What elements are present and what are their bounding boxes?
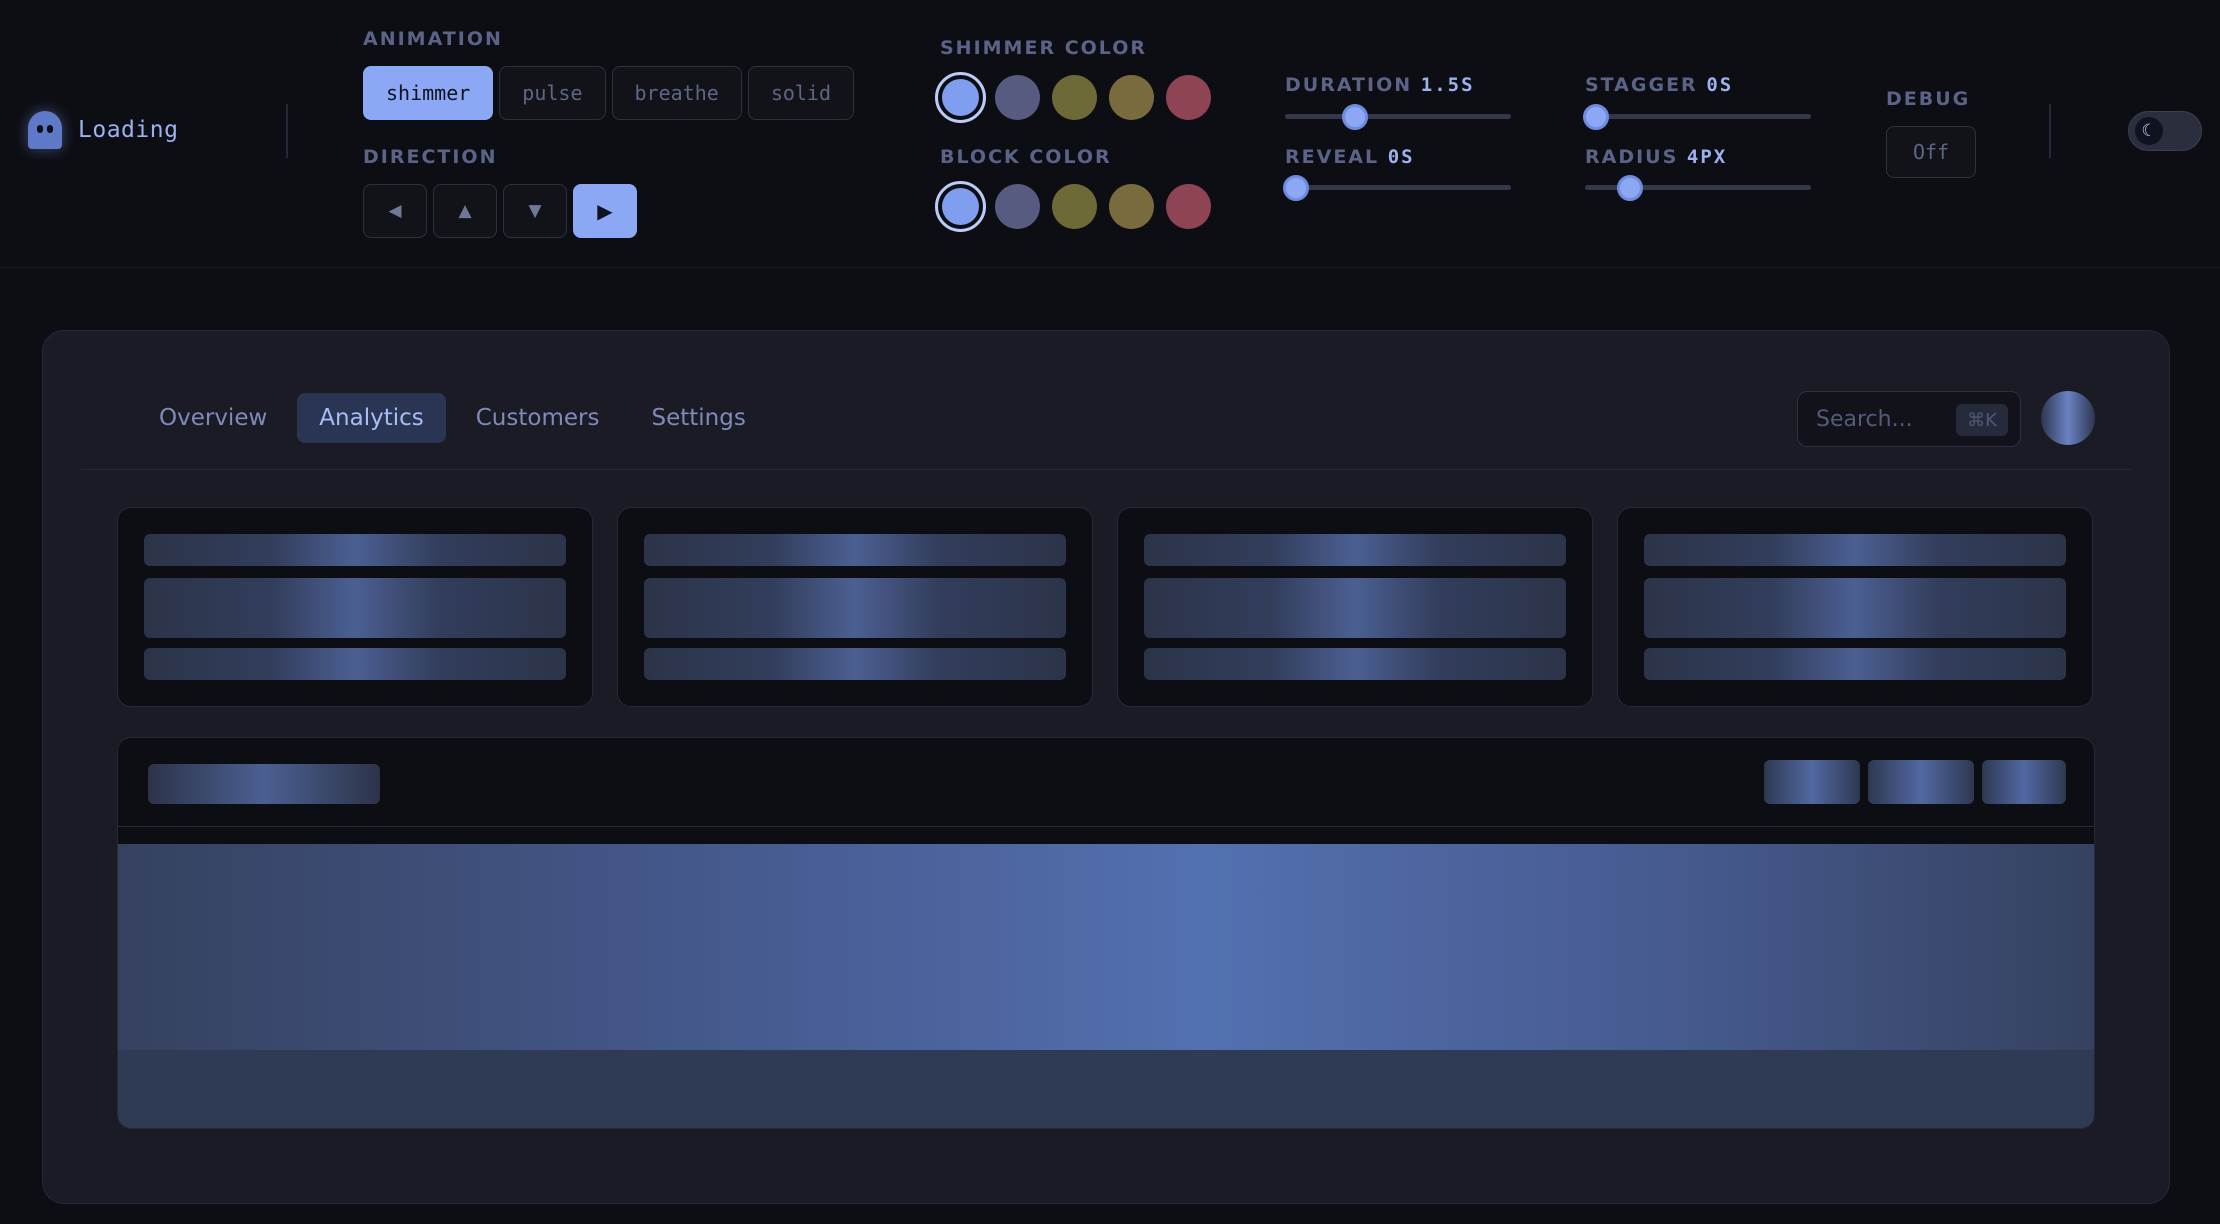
slider-handle[interactable] xyxy=(1583,104,1610,130)
duration-label: DURATION 1.5S xyxy=(1285,74,1475,96)
shimmer-color-swatch[interactable] xyxy=(935,72,986,123)
block-color-swatch[interactable] xyxy=(995,184,1040,229)
debug-label: DEBUG xyxy=(1886,88,1971,110)
skeleton-button xyxy=(1982,760,2066,804)
moon-icon: ☾ xyxy=(2135,117,2163,145)
tab-customers[interactable]: Customers xyxy=(454,393,622,443)
skeleton-line xyxy=(644,648,1066,680)
direction-up-button[interactable]: ▲ xyxy=(433,184,497,238)
reveal-slider[interactable] xyxy=(1283,175,1511,201)
animation-selector: shimmer pulse breathe solid xyxy=(363,66,855,120)
stagger-slider[interactable] xyxy=(1583,104,1811,130)
animation-label: ANIMATION xyxy=(363,28,503,50)
divider xyxy=(286,104,288,158)
chart-panel-skeleton xyxy=(117,737,2095,1129)
duration-label-text: DURATION xyxy=(1285,74,1413,96)
tab-analytics[interactable]: Analytics xyxy=(297,393,446,443)
stat-card-skeleton xyxy=(617,507,1093,707)
block-color-swatch[interactable] xyxy=(935,181,986,232)
block-color-swatch[interactable] xyxy=(1166,184,1211,229)
slider-handle[interactable] xyxy=(1283,175,1310,201)
preview-card: Overview Analytics Customers Settings Se… xyxy=(42,330,2170,1204)
animation-option-shimmer[interactable]: shimmer xyxy=(363,66,494,120)
divider xyxy=(81,469,2131,470)
search-input[interactable]: Search... ⌘K xyxy=(1797,391,2021,447)
reveal-label-text: REVEAL xyxy=(1285,146,1380,168)
skeleton-line xyxy=(1144,648,1566,680)
duration-slider[interactable] xyxy=(1285,104,1511,130)
reveal-label: REVEAL 0S xyxy=(1285,146,1415,168)
direction-selector: ◀ ▲ ▼ ▶ xyxy=(363,184,637,238)
block-color-swatch[interactable] xyxy=(1109,184,1154,229)
debug-toggle-button[interactable]: Off xyxy=(1886,126,1976,178)
direction-label: DIRECTION xyxy=(363,146,498,168)
skeleton-block xyxy=(1144,578,1566,638)
divider xyxy=(2049,104,2051,158)
direction-left-button[interactable]: ◀ xyxy=(363,184,427,238)
tab-settings[interactable]: Settings xyxy=(629,393,767,443)
stat-card-skeleton xyxy=(1617,507,2093,707)
block-color-swatches xyxy=(935,181,1211,232)
skeleton-line xyxy=(1144,534,1566,566)
skeleton-chart-shimmer xyxy=(118,844,2094,1050)
brand: Loading xyxy=(28,108,178,152)
block-color-label: BLOCK COLOR xyxy=(940,146,1112,168)
theme-toggle[interactable]: ☾ xyxy=(2128,111,2202,151)
skeleton-button xyxy=(1868,760,1974,804)
radius-label: RADIUS 4PX xyxy=(1585,146,1727,168)
shimmer-color-swatch[interactable] xyxy=(1109,75,1154,120)
shimmer-color-swatches xyxy=(935,72,1211,123)
radius-slider[interactable] xyxy=(1585,175,1811,201)
slider-handle[interactable] xyxy=(1342,104,1369,130)
skeleton-line xyxy=(144,534,566,566)
search-shortcut-badge: ⌘K xyxy=(1956,404,2008,436)
control-toolbar: Loading ANIMATION shimmer pulse breathe … xyxy=(0,0,2220,268)
slider-handle[interactable] xyxy=(1617,175,1644,201)
shimmer-color-swatch[interactable] xyxy=(995,75,1040,120)
reveal-value: 0S xyxy=(1387,146,1415,168)
slider-track xyxy=(1285,114,1511,119)
search-placeholder: Search... xyxy=(1816,406,1913,432)
stagger-label: STAGGER 0S xyxy=(1585,74,1733,96)
tab-overview[interactable]: Overview xyxy=(137,393,289,443)
skeleton-chart-area xyxy=(118,844,2094,1128)
stagger-label-text: STAGGER xyxy=(1585,74,1698,96)
tab-bar: Overview Analytics Customers Settings xyxy=(137,393,768,443)
skeleton-line xyxy=(1644,534,2066,566)
skeleton-title xyxy=(148,764,380,804)
avatar[interactable] xyxy=(2041,391,2095,445)
skeleton-line xyxy=(144,648,566,680)
duration-value: 1.5S xyxy=(1420,74,1475,96)
divider xyxy=(118,826,2094,827)
direction-right-button[interactable]: ▶ xyxy=(573,184,637,238)
stat-card-skeleton xyxy=(1117,507,1593,707)
skeleton-block xyxy=(144,578,566,638)
stagger-value: 0S xyxy=(1706,74,1734,96)
skeleton-button xyxy=(1764,760,1860,804)
slider-track xyxy=(1285,185,1511,190)
radius-value: 4PX xyxy=(1686,146,1728,168)
direction-down-button[interactable]: ▼ xyxy=(503,184,567,238)
brand-title: Loading xyxy=(78,117,179,143)
shimmer-color-label: SHIMMER COLOR xyxy=(940,37,1148,59)
animation-option-breathe[interactable]: breathe xyxy=(611,66,742,120)
stat-card-skeleton xyxy=(117,507,593,707)
skeleton-line xyxy=(644,534,1066,566)
skeleton-block xyxy=(644,578,1066,638)
ghost-icon xyxy=(28,111,62,149)
shimmer-color-swatch[interactable] xyxy=(1052,75,1097,120)
skeleton-block xyxy=(1644,578,2066,638)
slider-track xyxy=(1585,114,1811,119)
block-color-swatch[interactable] xyxy=(1052,184,1097,229)
animation-option-pulse[interactable]: pulse xyxy=(499,66,606,120)
shimmer-color-swatch[interactable] xyxy=(1166,75,1211,120)
radius-label-text: RADIUS xyxy=(1585,146,1679,168)
animation-option-solid[interactable]: solid xyxy=(747,66,855,120)
skeleton-line xyxy=(1644,648,2066,680)
